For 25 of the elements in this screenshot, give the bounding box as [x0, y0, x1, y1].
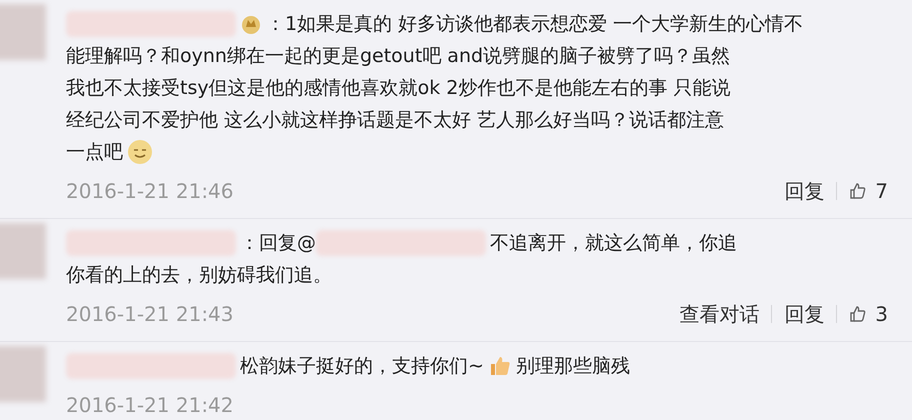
like-icon — [849, 305, 868, 323]
comment-text: 我也不太接受tsy但这是他的感情他喜欢就ok 2炒作也不是他能左右的事 只能说 — [66, 76, 730, 101]
timestamp: 2016-1-21 21:42 — [66, 392, 234, 419]
action-link[interactable]: 回复 — [784, 299, 824, 329]
avatar — [0, 346, 46, 402]
smile-emoji-icon — [127, 139, 153, 165]
comment-text: ：回复@ — [240, 231, 316, 256]
comment-text: 别理那些脑残 — [516, 354, 630, 379]
action-link[interactable]: 查看对话 — [679, 299, 760, 329]
comment-text: 能理解吗？和oynn绑在一起的更是getout吧 and说劈腿的脑子被劈了吗？虽然 — [66, 44, 730, 69]
action-link[interactable]: 回复 — [784, 176, 824, 206]
like-button[interactable]: 3 — [849, 299, 888, 329]
timestamp: 2016-1-21 21:46 — [66, 178, 234, 205]
avatar — [0, 223, 46, 279]
avatar — [0, 4, 46, 60]
timestamp: 2016-1-21 21:43 — [66, 301, 234, 328]
comment-text: 一点吧 — [66, 140, 123, 165]
comment-text: 你看的上的去，别妨碍我们追。 — [66, 263, 332, 288]
comment-text: 松韵妹子挺好的，支持你们~ — [240, 354, 484, 379]
badge-icon — [240, 13, 262, 35]
comment-text: 不追离开，就这么简单，你追 — [490, 231, 737, 256]
comment-text: 经纪公司不爱护他 这么小就这样挣话题是不太好 艺人那么好当吗？说话都注意 — [66, 108, 724, 133]
like-icon — [849, 182, 868, 200]
like-button[interactable]: 7 — [849, 176, 888, 206]
comment-text: ：1如果是真的 好多访谈他都表示想恋爱 一个大学新生的心情不 — [266, 12, 804, 37]
